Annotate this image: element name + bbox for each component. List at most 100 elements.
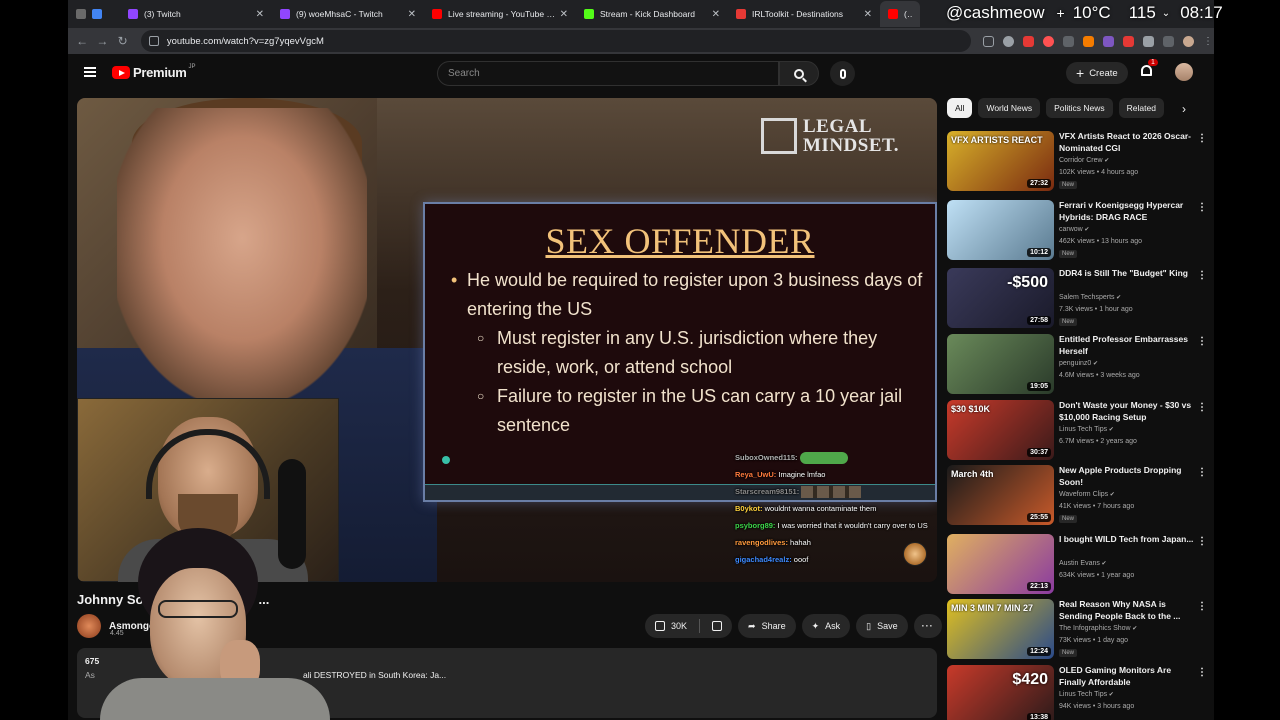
- thumbs-down-icon[interactable]: [712, 621, 723, 631]
- video-title[interactable]: New Apple Products Dropping Soon!: [1059, 465, 1199, 488]
- channel-name[interactable]: Corridor Crew: [1059, 157, 1109, 164]
- close-tab-icon[interactable]: ✕: [864, 9, 872, 20]
- video-thumbnail[interactable]: 10:12: [947, 200, 1054, 260]
- browser-tab[interactable]: Stream - Kick Dashboard ✕: [576, 1, 728, 27]
- chip-politics-news[interactable]: Politics News: [1046, 98, 1113, 118]
- voice-search-button[interactable]: [830, 61, 855, 86]
- more-actions-button[interactable]: ···: [913, 614, 942, 638]
- channel-name[interactable]: penguinz0: [1059, 360, 1098, 367]
- close-tab-icon[interactable]: ✕: [408, 9, 416, 20]
- channel-name[interactable]: Linus Tech Tips: [1059, 426, 1114, 433]
- video-title[interactable]: Entitled Professor Embarrasses Herself: [1059, 334, 1199, 357]
- video-thumbnail[interactable]: $420 13:38: [947, 665, 1054, 720]
- extension-icon[interactable]: [1063, 35, 1075, 47]
- chevron-right-icon[interactable]: ›: [1182, 102, 1186, 116]
- recommended-video[interactable]: $30 $10K 30:37 Don't Waste your Money - $3…: [947, 400, 1213, 460]
- video-title[interactable]: VFX Artists React to 2026 Oscar-Nominate…: [1059, 131, 1199, 154]
- channel-avatar[interactable]: [77, 614, 101, 638]
- tab-menu-chevron-icon[interactable]: ⌄: [1162, 8, 1170, 19]
- video-player[interactable]: LEGAL MINDSET. SEX OFFENDER He would be …: [77, 98, 937, 582]
- video-title[interactable]: OLED Gaming Monitors Are Finally Afforda…: [1059, 665, 1199, 688]
- recommended-video[interactable]: March 4th 25:55 New Apple Products Droppin…: [947, 465, 1213, 525]
- video-thumbnail[interactable]: $30 $10K 30:37: [947, 400, 1054, 460]
- ask-button[interactable]: ✦ Ask: [801, 614, 851, 638]
- recommended-video[interactable]: MIN 3 MIN 7 MIN 27 12:24 Real Reason Why N…: [947, 599, 1213, 659]
- forward-icon[interactable]: →: [92, 34, 112, 48]
- chip-all[interactable]: All: [947, 98, 973, 118]
- hamburger-menu-icon[interactable]: [84, 67, 96, 77]
- browser-tab[interactable]: (9) woeMhsaC - Twitch ✕: [272, 1, 424, 27]
- new-tab-icon[interactable]: +: [1057, 5, 1065, 21]
- video-thumbnail[interactable]: 19:05: [947, 334, 1054, 394]
- browser-tab[interactable]: [68, 1, 120, 27]
- like-button[interactable]: 30K: [645, 614, 733, 638]
- video-title[interactable]: Ferrari v Koenigsegg Hypercar Hybrids: D…: [1059, 200, 1199, 223]
- video-thumbnail[interactable]: VFX ARTISTS REACT 27:32: [947, 131, 1054, 191]
- close-tab-icon[interactable]: ✕: [560, 9, 568, 20]
- kebab-menu-icon[interactable]: ⋮: [1197, 270, 1207, 281]
- recommended-video[interactable]: $420 13:38 OLED Gaming Monitors Are Finall…: [947, 665, 1213, 720]
- share-button[interactable]: ➦ Share: [738, 614, 796, 638]
- chip-related[interactable]: Related: [1118, 98, 1164, 118]
- kebab-menu-icon[interactable]: ⋮: [1197, 536, 1207, 547]
- video-thumbnail[interactable]: MIN 3 MIN 7 MIN 27 12:24: [947, 599, 1054, 659]
- video-title[interactable]: DDR4 is Still The "Budget" King: [1059, 268, 1199, 280]
- reload-icon[interactable]: ↻: [113, 34, 133, 48]
- close-tab-icon[interactable]: ✕: [256, 9, 264, 20]
- video-title[interactable]: I bought WILD Tech from Japan...: [1059, 534, 1199, 546]
- recommended-video[interactable]: 22:13 I bought WILD Tech from Japan... Aus…: [947, 534, 1213, 594]
- microphone-icon: [839, 68, 846, 79]
- browser-tab[interactable]: (3) Twitch ✕: [120, 1, 272, 27]
- notifications-button[interactable]: 1: [1140, 59, 1158, 79]
- browser-tab-active[interactable]: (1) Jo: [880, 1, 920, 27]
- channel-name[interactable]: Salem Techsperts: [1059, 294, 1121, 301]
- extension-icon[interactable]: [1023, 35, 1035, 47]
- recommended-video[interactable]: VFX ARTISTS REACT 27:32 VFX Artists React …: [947, 131, 1213, 191]
- profile-avatar[interactable]: [1183, 35, 1195, 47]
- address-bar[interactable]: youtube.com/watch?v=zg7yqevVgcM: [140, 30, 972, 52]
- recommended-video[interactable]: 19:05 Entitled Professor Embarrasses Hers…: [947, 334, 1213, 394]
- cast-icon[interactable]: [983, 35, 995, 47]
- video-thumbnail[interactable]: March 4th 25:55: [947, 465, 1054, 525]
- video-title[interactable]: Real Reason Why NASA is Sending People B…: [1059, 599, 1199, 622]
- youtube-premium-logo[interactable]: Premium JP: [112, 64, 196, 80]
- close-tab-icon[interactable]: ✕: [712, 9, 720, 20]
- menu-lines-icon[interactable]: [1163, 35, 1175, 47]
- chat-username: B0ykot:: [735, 504, 763, 514]
- save-button[interactable]: ▯ Save: [856, 614, 908, 638]
- channel-name[interactable]: carwow: [1059, 226, 1089, 233]
- kebab-menu-icon[interactable]: ⋮: [1197, 601, 1207, 612]
- search-input[interactable]: Search: [437, 61, 779, 86]
- back-icon[interactable]: ←: [72, 34, 92, 48]
- twitch-icon: [128, 9, 138, 19]
- kebab-menu-icon[interactable]: ⋮: [1197, 336, 1207, 347]
- kebab-menu-icon[interactable]: ⋮: [1197, 202, 1207, 213]
- puzzle-icon[interactable]: [1143, 35, 1155, 47]
- extension-icon[interactable]: [1103, 35, 1115, 47]
- recommended-video[interactable]: -$500 27:58 DDR4 is Still The "Budget" Kin…: [947, 268, 1213, 328]
- kebab-menu-icon[interactable]: ⋮: [1197, 402, 1207, 413]
- channel-name[interactable]: The Infographics Show: [1059, 625, 1137, 632]
- video-thumbnail[interactable]: 22:13: [947, 534, 1054, 594]
- video-thumbnail[interactable]: -$500 27:58: [947, 268, 1054, 328]
- browser-tab[interactable]: IRLToolkit - Destinations ✕: [728, 1, 880, 27]
- kebab-menu-icon[interactable]: ⋮: [1197, 667, 1207, 678]
- kebab-menu-icon[interactable]: ⋮: [1203, 36, 1214, 47]
- extension-icon[interactable]: [1043, 35, 1055, 47]
- chip-world-news[interactable]: World News: [978, 98, 1041, 118]
- kebab-menu-icon[interactable]: ⋮: [1197, 467, 1207, 478]
- account-avatar[interactable]: [1175, 63, 1193, 81]
- site-info-icon[interactable]: [148, 36, 159, 46]
- video-title[interactable]: Don't Waste your Money - $30 vs $10,000 …: [1059, 400, 1199, 423]
- star-icon[interactable]: [1003, 35, 1015, 47]
- channel-name[interactable]: Linus Tech Tips: [1059, 691, 1114, 698]
- recommended-video[interactable]: 10:12 Ferrari v Koenigsegg Hypercar Hybri…: [947, 200, 1213, 260]
- channel-name[interactable]: Waveform Clips: [1059, 491, 1115, 498]
- search-button[interactable]: [779, 61, 819, 86]
- create-button[interactable]: + Create: [1066, 62, 1128, 84]
- extension-icon[interactable]: [1123, 35, 1135, 47]
- extension-icon[interactable]: [1083, 35, 1095, 47]
- channel-name[interactable]: Austin Evans: [1059, 560, 1107, 567]
- kebab-menu-icon[interactable]: ⋮: [1197, 133, 1207, 144]
- browser-tab[interactable]: Live streaming - YouTube Stu ✕: [424, 1, 576, 27]
